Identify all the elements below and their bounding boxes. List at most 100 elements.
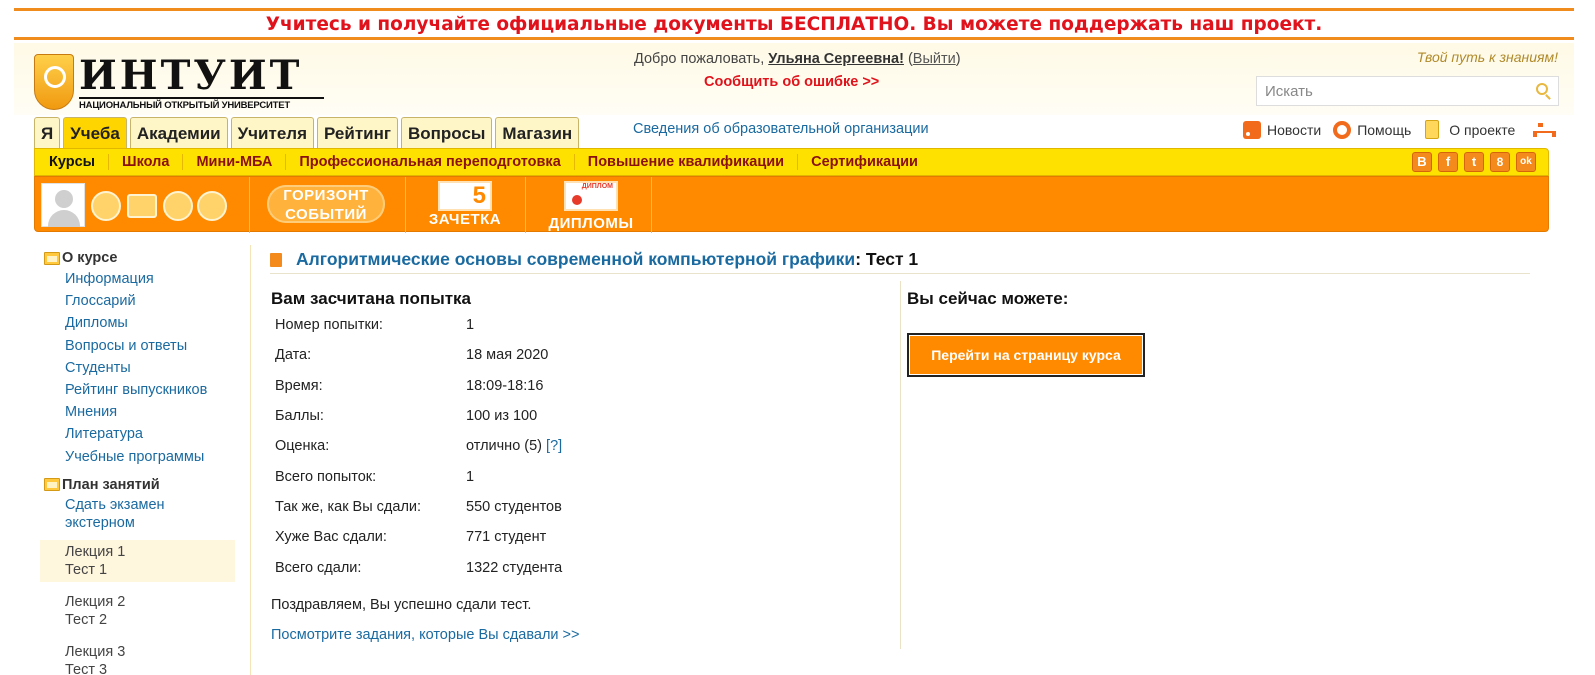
org-info-link[interactable]: Сведения об образовательной организации	[633, 121, 929, 137]
sidebar-item-students[interactable]: Студенты	[65, 357, 235, 379]
search-box	[1256, 76, 1559, 106]
subnav-courses[interactable]: Курсы	[39, 154, 110, 170]
logo-emblem-icon	[34, 54, 74, 110]
tab-me[interactable]: Я	[34, 117, 61, 149]
table-row: Дата: 18 мая 2020	[275, 340, 562, 370]
grade-help-link[interactable]: [?]	[546, 438, 562, 454]
search-icon[interactable]	[1536, 83, 1548, 95]
test-title[interactable]: Тест 2	[65, 611, 235, 629]
info-icon	[1425, 120, 1440, 139]
table-row: Так же, как Вы сдали: 550 студентов	[275, 492, 562, 522]
envelope-icon[interactable]	[127, 194, 157, 218]
tab-questions[interactable]: Вопросы	[400, 117, 493, 149]
result-key: Дата:	[275, 347, 312, 364]
subnav-mini-mba[interactable]: Мини-МБА	[183, 154, 287, 170]
avatar[interactable]	[41, 183, 85, 227]
search-input[interactable]	[1257, 77, 1517, 105]
tab-study[interactable]: Учеба	[63, 117, 127, 149]
user-toolbar: ГОРИЗОНТ СОБЫТИЙ 5 ЗАЧЕТКА ДИПЛОМ ДИПЛОМЫ	[34, 176, 1549, 233]
test-title[interactable]: Тест 1	[65, 561, 235, 579]
bookmark-icon	[270, 252, 282, 267]
tab-shop[interactable]: Магазин	[495, 117, 580, 149]
sidebar-item-opinions[interactable]: Мнения	[65, 401, 235, 423]
lecture-item[interactable]: Лекция 1 Тест 1	[40, 539, 235, 582]
news-link[interactable]: Новости	[1267, 122, 1321, 138]
tab-rating[interactable]: Рейтинг	[317, 117, 398, 149]
intuit-logo[interactable]: ИНТУИТ НАЦИОНАЛЬНЫЙ ОТКРЫТЫЙ УНИВЕРСИТЕТ	[34, 52, 324, 112]
diplomas-label: ДИПЛОМЫ	[548, 215, 634, 232]
lifebuoy-icon	[1333, 120, 1352, 139]
external-exam-link[interactable]: Сдать экзамен экстерном	[65, 496, 235, 532]
sitemap-icon[interactable]	[1533, 122, 1557, 137]
table-row: Всего сдали: 1322 студента	[275, 552, 562, 582]
lecture-item[interactable]: Лекция 3 Тест 3	[40, 640, 235, 675]
tab-academies[interactable]: Академии	[129, 117, 228, 149]
horizon-line2: СОБЫТИЙ	[285, 206, 367, 223]
subnav-retraining[interactable]: Профессиональная переподготовка	[286, 154, 575, 170]
subnav-qualification[interactable]: Повышение квалификации	[575, 154, 799, 170]
table-row: Всего попыток: 1	[275, 461, 562, 491]
result-value: 100 из 100	[466, 408, 538, 425]
horizon-line1: ГОРИЗОНТ	[283, 187, 369, 204]
vk-icon[interactable]: В	[1412, 152, 1432, 172]
user-name-link[interactable]: Ульяна Сергеевна!	[768, 51, 904, 67]
subnav-school[interactable]: Школа	[109, 154, 184, 170]
subnav-certifications[interactable]: Сертификации	[798, 154, 931, 170]
lecture-title[interactable]: Лекция 1	[65, 543, 235, 561]
result-value: 1322 студента	[466, 559, 563, 576]
column-divider	[900, 281, 901, 649]
gradebook-button[interactable]: 5 ЗАЧЕТКА	[425, 177, 505, 233]
sidebar-item-faq[interactable]: Вопросы и ответы	[65, 335, 235, 357]
toolbar-divider	[651, 177, 652, 233]
go-to-course-button[interactable]: Перейти на страницу курса	[907, 333, 1145, 377]
sidebar-item-literature[interactable]: Литература	[65, 423, 235, 445]
bell-icon[interactable]	[197, 191, 227, 221]
result-key: Так же, как Вы сдали:	[275, 498, 422, 515]
sidebar-item-glossary[interactable]: Глоссарий	[65, 290, 235, 312]
social-links: В f t 8 ok	[1412, 152, 1536, 172]
about-course-title: О курсе	[62, 250, 118, 266]
people-icon[interactable]	[163, 191, 193, 221]
logout-paren-close: )	[955, 51, 961, 67]
twitter-icon[interactable]: t	[1464, 152, 1484, 172]
lecture-item[interactable]: Лекция 2 Тест 2	[40, 590, 235, 632]
logout-link[interactable]: Выйти	[913, 51, 956, 67]
logout-paren-open: (	[903, 51, 913, 67]
events-horizon-button[interactable]: ГОРИЗОНТ СОБЫТИЙ	[261, 177, 391, 233]
google-plus-icon[interactable]: 8	[1490, 152, 1510, 172]
go-to-course-label: Перейти на страницу курса	[910, 336, 1142, 374]
view-tasks-link[interactable]: Посмотрите задания, которые Вы сдавали >…	[271, 627, 579, 643]
site-header: ИНТУИТ НАЦИОНАЛЬНЫЙ ОТКРЫТЫЙ УНИВЕРСИТЕТ…	[14, 43, 1574, 115]
table-row: Баллы: 100 из 100	[275, 401, 562, 431]
toolbar-divider	[249, 177, 250, 233]
facebook-icon[interactable]: f	[1438, 152, 1458, 172]
page-title: Алгоритмические основы современной компь…	[270, 249, 918, 270]
odnoklassniki-icon[interactable]: ok	[1516, 152, 1536, 172]
sidebar-item-info[interactable]: Информация	[65, 268, 235, 290]
course-title-link[interactable]: Алгоритмические основы современной компь…	[296, 249, 855, 269]
lecture-title[interactable]: Лекция 3	[65, 643, 235, 661]
test-title[interactable]: Тест 3	[65, 661, 235, 675]
result-value: 18 мая 2020	[466, 347, 549, 364]
toolbar-divider	[405, 177, 406, 233]
title-divider	[270, 273, 1530, 274]
motto: Твой путь к знаниям!	[1416, 49, 1558, 65]
result-value: 1	[466, 468, 475, 485]
result-key: Оценка:	[275, 438, 330, 455]
about-course-section[interactable]: О курсе	[40, 250, 235, 266]
welcome-text: Добро пожаловать, Ульяна Сергеевна! (Вый…	[634, 51, 961, 67]
report-error-link[interactable]: Сообщить об ошибке >>	[704, 74, 879, 90]
lecture-title[interactable]: Лекция 2	[65, 593, 235, 611]
sidebar-item-graduate-rating[interactable]: Рейтинг выпускников	[65, 379, 235, 401]
help-link[interactable]: Помощь	[1357, 122, 1411, 138]
sidebar-item-diplomas[interactable]: Дипломы	[65, 312, 235, 334]
sidebar-item-curricula[interactable]: Учебные программы	[65, 446, 235, 468]
alarm-clock-icon[interactable]	[91, 191, 121, 221]
lesson-plan-section[interactable]: План занятий	[40, 477, 235, 493]
folder-icon	[44, 251, 60, 265]
result-key: Хуже Вас сдали:	[275, 529, 387, 546]
promo-banner[interactable]: Учитесь и получайте официальные документ…	[14, 8, 1574, 40]
about-link[interactable]: О проекте	[1449, 122, 1515, 138]
diplomas-button[interactable]: ДИПЛОМ ДИПЛОМЫ	[545, 177, 637, 233]
tab-teachers[interactable]: Учителя	[230, 117, 315, 149]
